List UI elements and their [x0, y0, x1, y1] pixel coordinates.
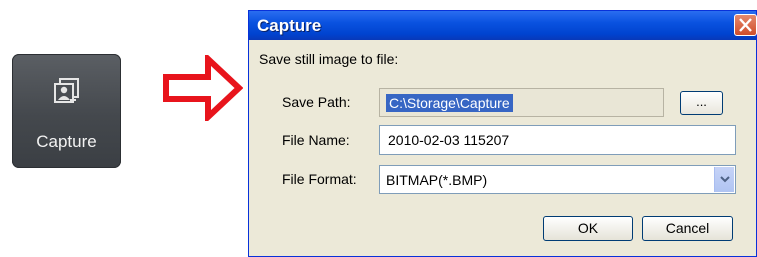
capture-button[interactable]: Capture [12, 54, 121, 168]
file-name-value: 2010-02-03 115207 [388, 132, 510, 148]
save-path-label: Save Path: [282, 94, 351, 110]
capture-dialog: Capture Save still image to file: Save P… [248, 10, 757, 257]
file-name-label: File Name: [282, 132, 350, 148]
right-arrow-outline-icon [163, 55, 243, 121]
file-format-label: File Format: [282, 171, 357, 187]
section-label: Save still image to file: [259, 51, 399, 67]
save-path-value: C:\Storage\Capture [386, 94, 513, 112]
file-format-select[interactable]: BITMAP(*.BMP) [379, 165, 736, 194]
cancel-button[interactable]: Cancel [642, 216, 733, 241]
browse-button[interactable]: ... [680, 91, 723, 115]
chevron-down-icon [720, 176, 730, 183]
ok-button[interactable]: OK [543, 216, 633, 241]
file-name-field[interactable]: 2010-02-03 115207 [379, 125, 736, 155]
capture-icon [54, 78, 79, 103]
dialog-titlebar[interactable]: Capture [249, 11, 757, 40]
dialog-title: Capture [257, 16, 322, 35]
capture-label: Capture [36, 132, 97, 151]
close-button[interactable] [734, 14, 757, 36]
file-format-value: BITMAP(*.BMP) [386, 172, 488, 188]
file-format-dropdown-button[interactable] [714, 167, 734, 192]
save-path-field[interactable]: C:\Storage\Capture [379, 88, 664, 117]
close-icon [739, 18, 752, 32]
